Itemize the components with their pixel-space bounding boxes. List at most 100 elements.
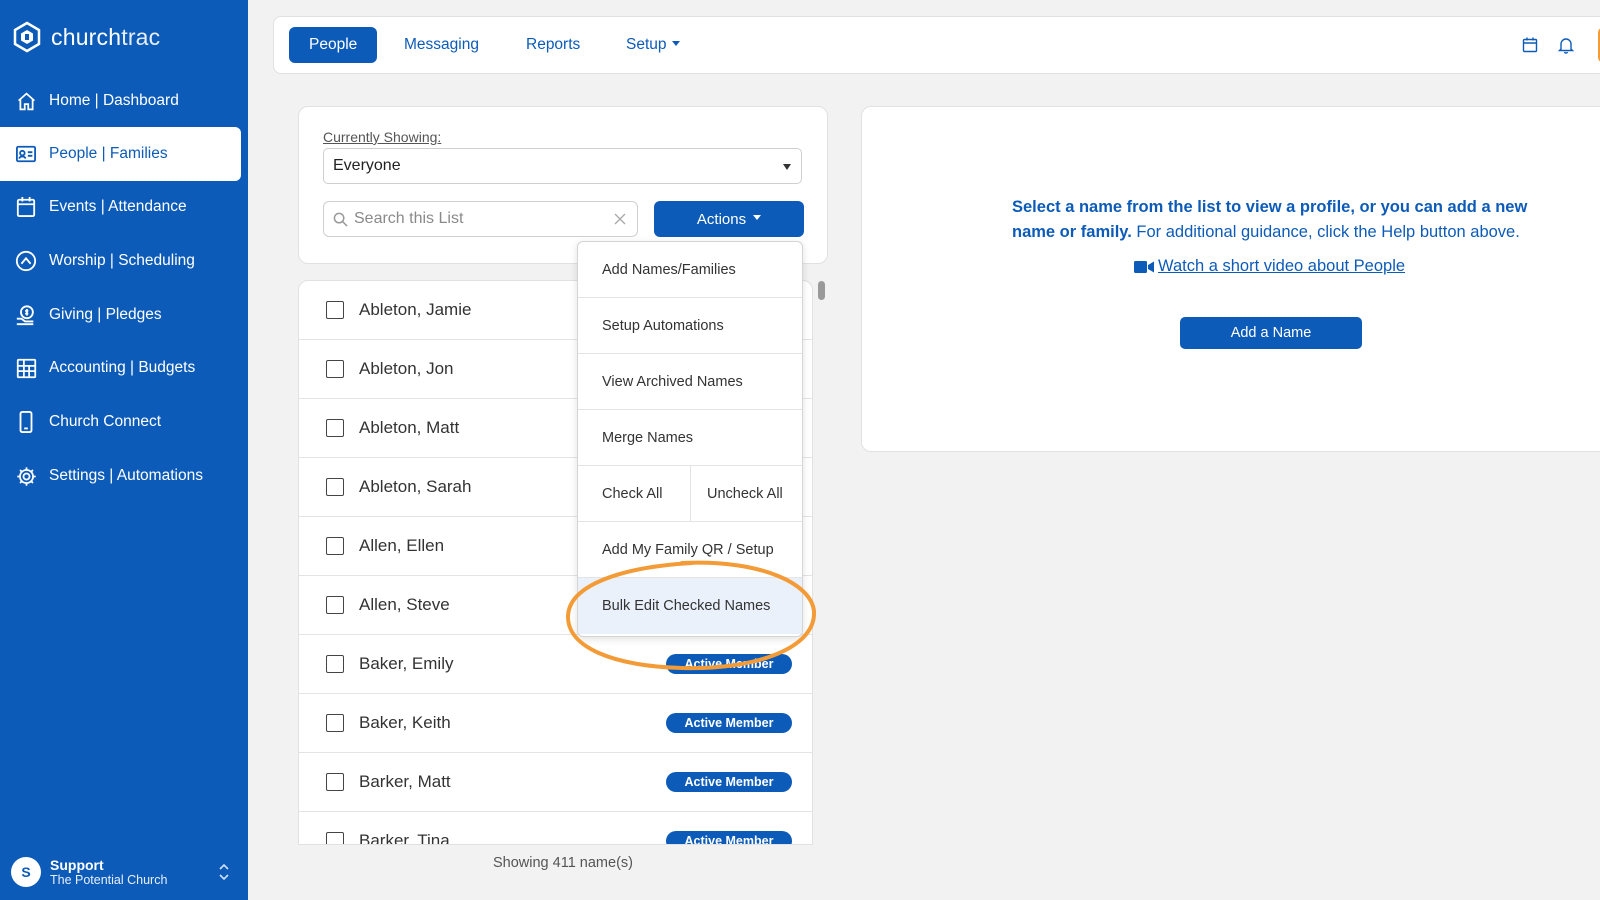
instructions-regular: For additional guidance, click the Help …: [1131, 223, 1520, 241]
menu-item-merge-names[interactable]: Merge Names: [578, 410, 802, 466]
search-input[interactable]: [354, 202, 604, 236]
menu-item-view-archived[interactable]: View Archived Names: [578, 354, 802, 410]
list-item[interactable]: Baker, Emily Active Member: [299, 635, 812, 694]
menu-item-add-my-family[interactable]: Add My Family QR / Setup: [578, 522, 802, 578]
row-checkbox[interactable]: [326, 301, 344, 319]
list-filter-value: Everyone: [333, 157, 401, 174]
list-item[interactable]: Baker, Keith Active Member: [299, 694, 812, 753]
video-link[interactable]: Watch a short video about People: [1134, 257, 1405, 276]
tab-setup-label: Setup: [626, 36, 667, 53]
worship-icon: [15, 250, 37, 272]
churchtrac-logo-icon: [13, 21, 41, 53]
profile-placeholder-card: Select a name from the list to view a pr…: [861, 106, 1600, 452]
status-badge: Active Member: [666, 654, 792, 674]
sidebar-item-label: Home | Dashboard: [49, 92, 179, 109]
row-checkbox[interactable]: [326, 537, 344, 555]
row-checkbox[interactable]: [326, 478, 344, 496]
tab-setup[interactable]: Setup: [626, 27, 680, 63]
row-name: Ableton, Jon: [359, 359, 454, 378]
row-checkbox[interactable]: [326, 360, 344, 378]
home-icon: [15, 90, 37, 112]
actions-label: Actions: [696, 210, 747, 228]
contact-card-icon: [15, 143, 37, 165]
search-icon: [333, 212, 348, 227]
add-name-button[interactable]: Add a Name: [1180, 317, 1362, 349]
sidebar-item-label: Events | Attendance: [49, 198, 187, 215]
row-name: Ableton, Matt: [359, 418, 460, 437]
clear-search-icon[interactable]: [614, 213, 626, 225]
tab-people[interactable]: People: [289, 27, 378, 63]
row-checkbox[interactable]: [326, 419, 344, 437]
top-navigation: People Messaging Reports Setup: [273, 16, 1600, 74]
currently-showing-label: Currently Showing:: [323, 129, 442, 145]
support-name: Support: [50, 856, 104, 873]
sidebar-item-label: Giving | Pledges: [49, 306, 162, 323]
row-checkbox[interactable]: [326, 832, 344, 844]
caret-down-icon: [753, 215, 762, 220]
menu-item-setup-automations[interactable]: Setup Automations: [578, 298, 802, 354]
actions-button[interactable]: Actions: [654, 201, 804, 237]
phone-icon: [15, 411, 37, 433]
search-box: [323, 201, 638, 237]
avatar: S: [11, 857, 41, 887]
chevron-up-down-icon[interactable]: [218, 862, 230, 882]
row-name: Ableton, Sarah: [359, 477, 472, 496]
logo-text-bold: church: [51, 23, 122, 50]
tab-messaging[interactable]: Messaging: [404, 27, 479, 63]
sidebar: churchtrac Home | Dashboard People | Fam…: [0, 0, 248, 900]
row-checkbox[interactable]: [326, 773, 344, 791]
sidebar-item-people[interactable]: People | Families: [0, 127, 241, 181]
tab-reports[interactable]: Reports: [526, 27, 580, 63]
row-name: Allen, Steve: [359, 595, 450, 614]
support-account[interactable]: S Support The Potential Church: [0, 844, 248, 900]
status-badge: Active Member: [666, 772, 792, 792]
row-name: Barker, Matt: [359, 772, 451, 791]
menu-item-add-names[interactable]: Add Names/Families: [578, 242, 802, 298]
video-link-label: Watch a short video about People: [1158, 257, 1406, 275]
sidebar-item-events[interactable]: Events | Attendance: [0, 180, 241, 234]
instructions-text: Select a name from the list to view a pr…: [1012, 195, 1542, 245]
row-checkbox[interactable]: [326, 596, 344, 614]
menu-item-check-all[interactable]: Check All: [578, 466, 690, 522]
sidebar-item-label: People | Families: [49, 145, 168, 162]
row-name: Baker, Keith: [359, 713, 451, 732]
grid-icon: [15, 357, 37, 379]
row-name: Ableton, Jamie: [359, 300, 472, 319]
menu-item-bulk-edit[interactable]: Bulk Edit Checked Names: [578, 578, 802, 634]
row-name: Baker, Emily: [359, 654, 454, 673]
caret-down-icon: [783, 164, 791, 170]
calendar-icon: [15, 196, 37, 218]
sidebar-item-label: Settings | Automations: [49, 467, 203, 484]
support-org: The Potential Church: [50, 872, 168, 887]
sidebar-item-accounting[interactable]: Accounting | Budgets: [0, 341, 241, 395]
sidebar-item-settings[interactable]: Settings | Automations: [0, 449, 241, 503]
sidebar-item-giving[interactable]: Giving | Pledges: [0, 288, 241, 342]
caret-down-icon: [671, 41, 680, 46]
bell-icon[interactable]: [1557, 36, 1575, 54]
sidebar-item-worship[interactable]: Worship | Scheduling: [0, 234, 241, 288]
calendar-icon[interactable]: [1521, 36, 1539, 54]
actions-menu: Add Names/Families Setup Automations Vie…: [577, 241, 803, 637]
row-checkbox[interactable]: [326, 655, 344, 673]
gear-icon: [15, 465, 37, 487]
sidebar-item-home[interactable]: Home | Dashboard: [0, 74, 241, 128]
sidebar-item-label: Church Connect: [49, 413, 162, 430]
sidebar-item-church-connect[interactable]: Church Connect: [0, 395, 241, 449]
logo-text-light: trac: [121, 23, 161, 50]
menu-item-uncheck-all[interactable]: Uncheck All: [690, 466, 802, 522]
video-camera-icon: [1134, 260, 1154, 273]
scrollbar-thumb[interactable]: [818, 281, 825, 300]
row-name: Barker, Tina: [359, 831, 450, 845]
list-filter-select[interactable]: Everyone: [323, 148, 802, 184]
giving-icon: [15, 304, 37, 326]
sidebar-item-label: Worship | Scheduling: [49, 252, 195, 269]
showing-count: Showing 411 name(s): [493, 855, 633, 871]
status-badge: Active Member: [666, 831, 792, 844]
row-name: Allen, Ellen: [359, 536, 445, 555]
sidebar-item-label: Accounting | Budgets: [49, 359, 196, 376]
row-checkbox[interactable]: [326, 714, 344, 732]
list-item[interactable]: Barker, Tina Active Member: [299, 812, 812, 845]
list-item[interactable]: Barker, Matt Active Member: [299, 753, 812, 812]
churchtrac-logo[interactable]: churchtrac: [11, 21, 160, 53]
status-badge: Active Member: [666, 713, 792, 733]
